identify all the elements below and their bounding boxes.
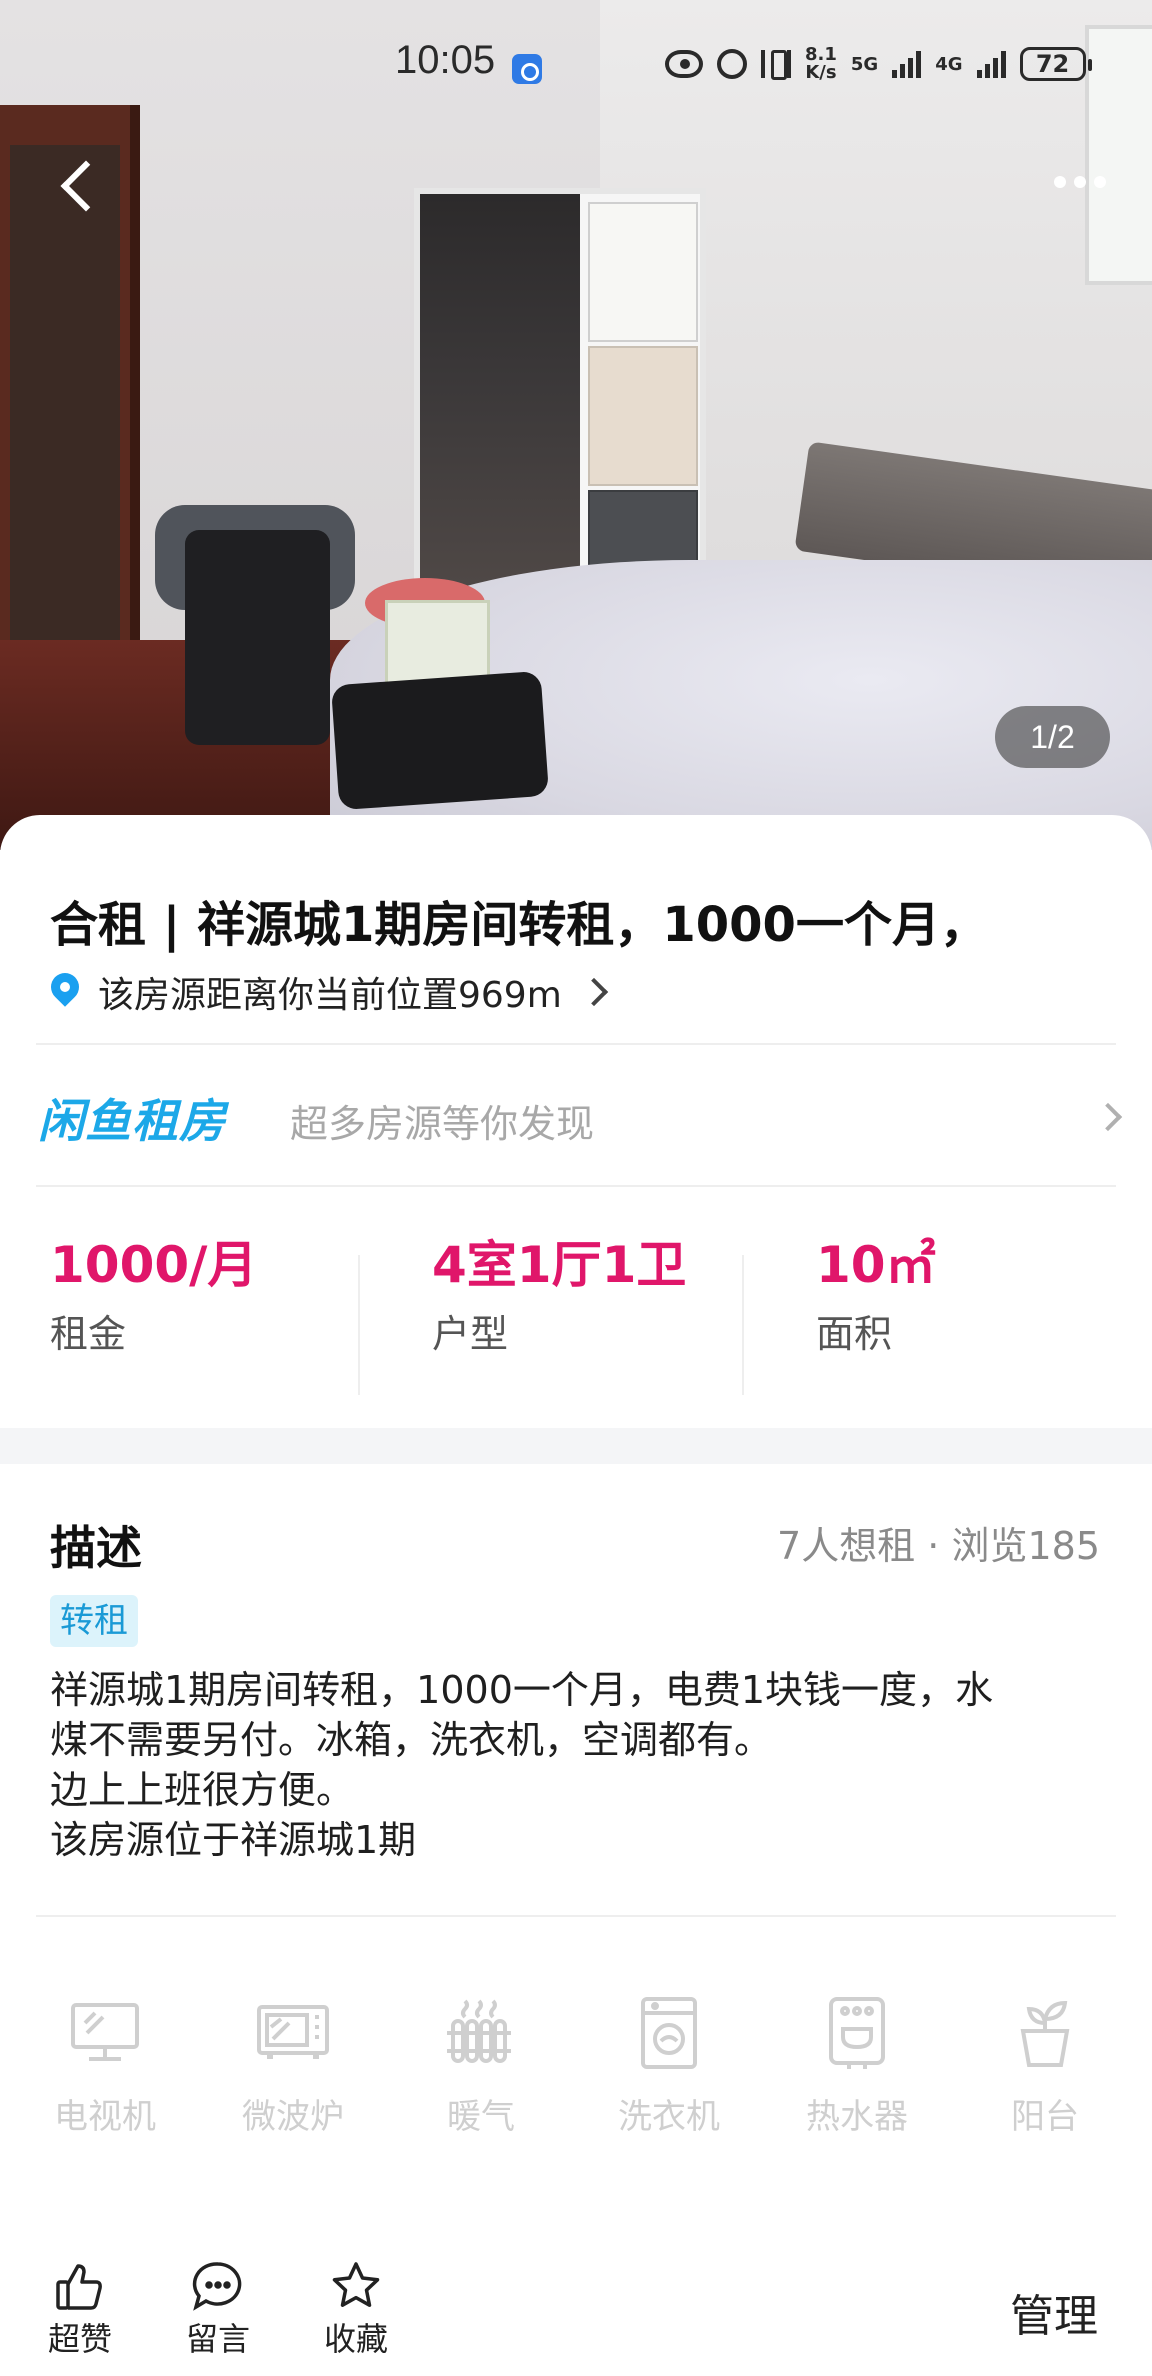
chevron-right-icon <box>1093 1102 1123 1132</box>
section-gap <box>0 1428 1152 1464</box>
balcony-plant-icon <box>1007 1995 1083 2071</box>
washing-machine-icon <box>631 1995 707 2071</box>
microwave-icon <box>255 1995 331 2071</box>
location-service-icon <box>512 54 542 84</box>
brand-logo: 闲鱼租房 <box>38 1094 226 1148</box>
bottom-action-bar: 超赞 留言 收藏 管理 <box>0 2230 1152 2370</box>
more-options-button[interactable] <box>1040 162 1120 202</box>
amenity-balcony: 阳台 <box>970 1965 1120 2137</box>
brand-tagline: 超多房源等你发现 <box>290 1102 595 1146</box>
listing-card: 合租 | 祥源城1期房间转租，1000一个月， 该房源距离你当前位置969m 闲… <box>0 815 1152 2376</box>
comment-bubble-icon <box>192 2260 244 2312</box>
stat-separator <box>358 1255 360 1395</box>
key-stats: 1000/月 租金 4室1厅1卫 户型 10㎡ 面积 <box>50 1236 936 1356</box>
back-button[interactable] <box>50 150 110 220</box>
description-meta: 7人想租 · 浏览185 <box>777 1524 1100 1568</box>
amenity-heater: 暖气 <box>406 1965 556 2137</box>
water-heater-icon <box>819 1995 895 2071</box>
stat-separator <box>742 1255 744 1395</box>
amenity-microwave: 微波炉 <box>218 1965 368 2137</box>
amenity-water-heater: 热水器 <box>782 1965 932 2137</box>
battery-icon: 72 <box>1019 47 1092 81</box>
divider <box>36 1185 1116 1187</box>
comment-button[interactable]: 留言 <box>163 2260 273 2360</box>
description-body: 祥源城1期房间转租，1000一个月，电费1块钱一度，水 煤不需要另付。冰箱，洗衣… <box>50 1668 994 1862</box>
location-pin-icon <box>50 973 80 1011</box>
amenity-washing-machine: 洗衣机 <box>594 1965 744 2137</box>
network-5g-label: 5G <box>850 53 879 75</box>
signal-bars-icon <box>976 50 1006 78</box>
eye-icon <box>665 50 703 78</box>
favorite-button[interactable]: 收藏 <box>301 2260 411 2360</box>
network-4g-label: 4G <box>935 53 963 75</box>
network-speed: 8.1 K/s <box>805 44 837 83</box>
vibrate-icon <box>761 50 791 80</box>
alarm-icon <box>717 49 747 79</box>
tv-icon <box>67 1995 143 2071</box>
signal-bars-icon <box>892 50 922 78</box>
like-button[interactable]: 超赞 <box>25 2260 135 2360</box>
description-heading: 描述 <box>50 1521 142 1575</box>
distance-row[interactable]: 该房源距离你当前位置969m <box>50 967 608 1017</box>
brand-banner[interactable]: 闲鱼租房 超多房源等你发现 <box>36 1045 1123 1185</box>
status-bar: 10:05 8.1 K/s 5G 4G 72 <box>0 0 1152 130</box>
amenity-tv: 电视机 <box>30 1965 180 2137</box>
star-icon <box>330 2260 382 2312</box>
thumbs-up-icon <box>54 2260 106 2312</box>
manage-button[interactable]: 管理 <box>1010 2280 1098 2344</box>
distance-text: 该房源距离你当前位置969m <box>98 975 562 1016</box>
photo-counter: 1/2 <box>995 706 1110 768</box>
listing-title: 合租 | 祥源城1期房间转租，1000一个月， <box>50 897 988 953</box>
chevron-right-icon <box>579 977 608 1007</box>
heater-icon <box>443 1995 519 2071</box>
status-time: 10:05 <box>395 38 496 82</box>
listing-tag: 转租 <box>50 1595 138 1647</box>
amenities-row: 电视机 微波炉 暖气 洗衣机 热水器 阳台 <box>0 1965 1152 2165</box>
divider <box>36 1915 1116 1917</box>
